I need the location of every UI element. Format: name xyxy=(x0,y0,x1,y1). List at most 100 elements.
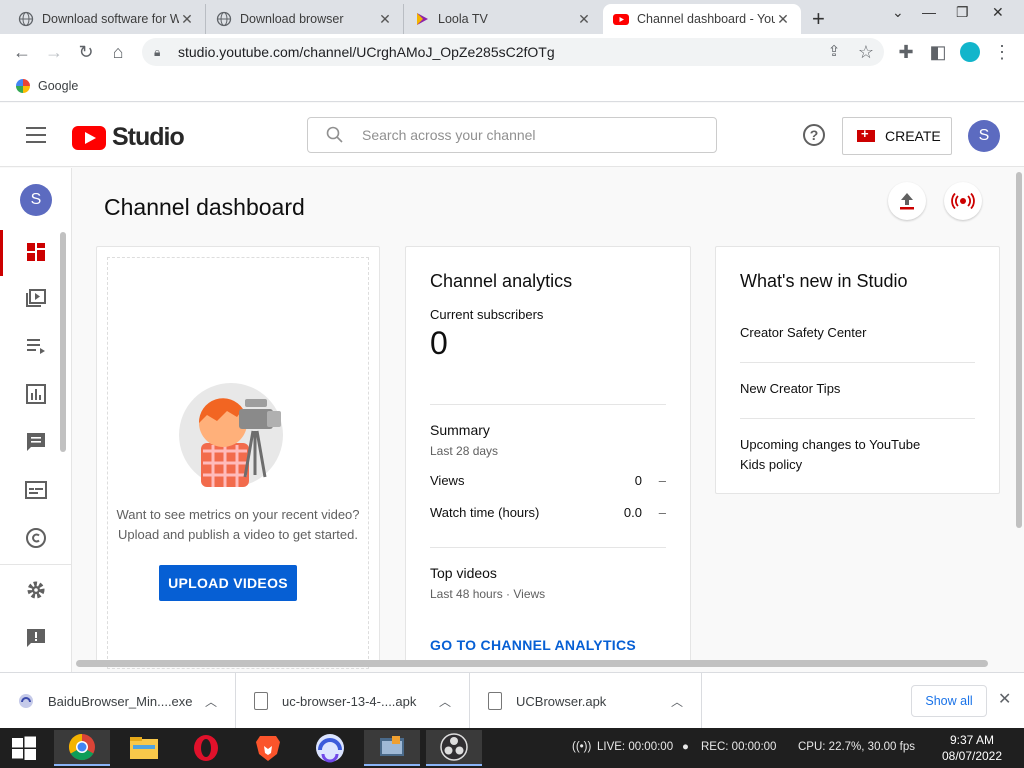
summary-title: Summary xyxy=(430,422,490,438)
search-input[interactable] xyxy=(362,127,682,143)
windows-logo-icon xyxy=(12,736,36,760)
chrome-icon xyxy=(68,733,95,761)
create-button[interactable]: CREATE xyxy=(842,117,952,155)
main-content: Channel dashboard Want to see metrics on… xyxy=(72,168,1024,669)
download-item[interactable]: BaiduBrowser_Min....exe ︿ xyxy=(0,673,236,729)
main-vertical-scrollbar[interactable] xyxy=(1016,172,1022,528)
tab-search-chevron-icon[interactable]: ⌄ xyxy=(892,4,904,21)
main-horizontal-scrollbar[interactable] xyxy=(76,660,988,667)
taskbar-baidu-browser[interactable] xyxy=(302,730,358,766)
live-broadcast-icon xyxy=(951,192,975,210)
globe-icon xyxy=(18,11,34,27)
live-broadcast-tray-icon: ((•)) xyxy=(572,741,592,753)
tab-channel-dashboard[interactable]: Channel dashboard - You ✕ xyxy=(603,4,801,34)
side-panel-icon[interactable]: ◧ xyxy=(926,40,950,64)
close-tab-icon[interactable]: ✕ xyxy=(179,11,195,28)
download-filename: BaiduBrowser_Min....exe xyxy=(48,693,193,709)
forward-arrow-icon[interactable]: → xyxy=(42,40,66,64)
hamburger-menu-icon[interactable] xyxy=(26,127,46,148)
baidu-file-icon xyxy=(19,694,33,708)
close-tab-icon[interactable]: ✕ xyxy=(377,11,393,28)
browser-toolbar: ← → ↻ ⌂ 🔒︎ studio.youtube.com/channel/UC… xyxy=(0,34,1024,70)
creator-camera-illustration-icon xyxy=(179,383,283,487)
subscribers-value: 0 xyxy=(430,325,448,361)
downloads-bar: BaiduBrowser_Min....exe ︿ uc-browser-13-… xyxy=(0,672,1024,729)
comments-icon[interactable] xyxy=(24,430,48,454)
divider xyxy=(430,404,666,405)
start-button[interactable] xyxy=(0,730,48,766)
close-downloads-icon[interactable]: ✕ xyxy=(998,689,1011,709)
share-icon[interactable]: ⇪ xyxy=(822,40,846,64)
taskbar-brave[interactable] xyxy=(240,730,296,766)
download-item[interactable]: UCBrowser.apk ︿ xyxy=(470,673,702,729)
settings-gear-icon[interactable] xyxy=(24,578,48,602)
restore-icon[interactable]: ❐ xyxy=(956,4,969,21)
bookmark-star-icon[interactable]: ☆ xyxy=(854,40,878,64)
account-avatar[interactable]: S xyxy=(968,120,1000,152)
upload-videos-button[interactable]: UPLOAD VIDEOS xyxy=(159,565,297,601)
whats-new-item[interactable]: Upcoming changes to YouTube Kids policy xyxy=(740,435,930,475)
close-tab-icon[interactable]: ✕ xyxy=(775,11,791,28)
top-videos-title: Top videos xyxy=(430,565,497,581)
go-to-channel-analytics-link[interactable]: GO TO CHANNEL ANALYTICS xyxy=(430,637,636,653)
chevron-up-icon[interactable]: ︿ xyxy=(439,693,451,710)
close-tab-icon[interactable]: ✕ xyxy=(576,11,592,28)
studio-logo[interactable]: Studio xyxy=(72,123,185,152)
reload-icon[interactable]: ↻ xyxy=(74,40,98,64)
system-clock[interactable]: 9:37 AM 08/07/2022 xyxy=(930,732,1014,764)
new-tab-plus-icon[interactable]: + xyxy=(812,6,825,32)
back-arrow-icon[interactable]: ← xyxy=(10,40,34,64)
chevron-up-icon[interactable]: ︿ xyxy=(671,693,683,710)
upload-video-button[interactable] xyxy=(888,182,926,220)
taskbar-opera[interactable] xyxy=(178,730,234,766)
upload-video-card: Want to see metrics on your recent video… xyxy=(96,246,380,669)
home-icon[interactable]: ⌂ xyxy=(106,40,130,64)
studio-logo-text: Studio xyxy=(112,123,185,151)
close-window-icon[interactable]: ✕ xyxy=(992,4,1004,21)
feedback-icon[interactable] xyxy=(24,626,48,650)
subtitles-icon[interactable] xyxy=(24,478,48,502)
go-live-button[interactable] xyxy=(944,182,982,220)
profile-icon[interactable] xyxy=(958,40,982,64)
google-icon xyxy=(16,78,30,93)
url-text: studio.youtube.com/channel/UCrghAMoJ_OpZ… xyxy=(178,44,555,60)
analytics-title: Channel analytics xyxy=(430,271,573,291)
playlists-icon[interactable] xyxy=(24,334,48,358)
studio-sidebar: S xyxy=(0,168,72,672)
taskbar-file-explorer[interactable] xyxy=(116,730,172,766)
analytics-icon[interactable] xyxy=(24,382,48,406)
tab-download-browser[interactable]: Download browser ✕ xyxy=(206,4,404,34)
bookmark-google[interactable]: Google xyxy=(38,79,78,93)
copyright-icon[interactable] xyxy=(24,526,48,550)
create-label: CREATE xyxy=(885,128,941,144)
whats-new-card: What's new in Studio Creator Safety Cent… xyxy=(715,246,1000,494)
taskbar-app-window[interactable] xyxy=(364,730,420,766)
sidebar-scrollbar[interactable] xyxy=(60,232,66,452)
divider xyxy=(740,362,975,363)
create-video-icon xyxy=(857,126,875,142)
tab-loola-tv[interactable]: Loola TV ✕ xyxy=(404,4,602,34)
taskbar-chrome[interactable] xyxy=(54,730,110,766)
address-bar[interactable]: 🔒︎ studio.youtube.com/channel/UCrghAMoJ_… xyxy=(142,38,884,66)
help-icon[interactable]: ? xyxy=(803,124,825,146)
youtube-icon xyxy=(613,14,629,25)
whats-new-item[interactable]: Creator Safety Center xyxy=(740,323,975,343)
menu-kebab-icon[interactable]: ⋮ xyxy=(990,40,1014,64)
opera-icon xyxy=(194,735,218,761)
tab-download-software[interactable]: Download software for W ✕ xyxy=(8,4,206,34)
extensions-puzzle-icon[interactable]: ✚ xyxy=(894,40,918,64)
download-item[interactable]: uc-browser-13-4-....apk ︿ xyxy=(236,673,470,729)
top-videos-period: Last 48 hours · Views xyxy=(430,587,546,601)
search-box[interactable] xyxy=(307,117,717,153)
channel-avatar[interactable]: S xyxy=(20,184,52,216)
content-icon[interactable] xyxy=(24,286,48,310)
obs-icon xyxy=(440,733,468,761)
dashboard-icon[interactable] xyxy=(24,240,48,264)
minimize-icon[interactable]: — xyxy=(922,4,936,20)
whats-new-item[interactable]: New Creator Tips xyxy=(740,379,975,399)
sidebar-divider xyxy=(0,564,72,565)
summary-period: Last 28 days xyxy=(430,444,499,458)
taskbar-obs[interactable] xyxy=(426,730,482,766)
chevron-up-icon[interactable]: ︿ xyxy=(205,693,217,710)
show-all-button[interactable]: Show all xyxy=(911,685,987,717)
